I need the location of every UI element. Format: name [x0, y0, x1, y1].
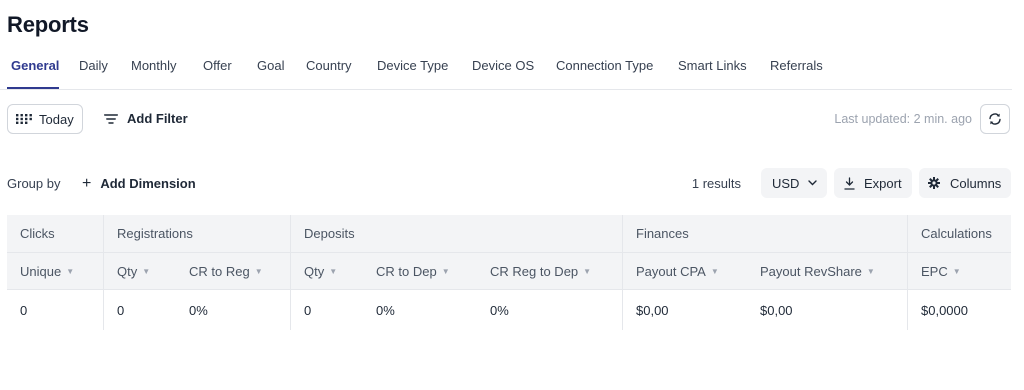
export-label: Export: [864, 175, 902, 191]
table-row: 0 0 0% 0 0% 0% $0,00 $0,00 $0,0000: [7, 290, 1011, 330]
tab-daily[interactable]: Daily: [79, 58, 108, 73]
column-divider: [622, 290, 623, 330]
currency-value: USD: [772, 175, 800, 191]
group-header-clicks: Clicks: [20, 226, 55, 241]
cell-cr-reg-to-dep: 0%: [490, 302, 509, 318]
add-filter-label: Add Filter: [127, 111, 188, 126]
column-header-cr-to-reg[interactable]: CR to Reg ▼: [189, 253, 263, 289]
tab-monthly[interactable]: Monthly: [131, 58, 177, 73]
table-group-header-row: Clicks Registrations Deposits Finances C…: [7, 215, 1011, 253]
column-divider: [907, 253, 908, 289]
tab-offer[interactable]: Offer: [203, 58, 232, 73]
cell-epc: $0,0000: [921, 302, 968, 318]
tab-connection-type[interactable]: Connection Type: [556, 58, 653, 73]
column-header-payout-cpa[interactable]: Payout CPA ▼: [636, 253, 719, 289]
page-title: Reports: [7, 12, 89, 37]
tab-goal[interactable]: Goal: [257, 58, 284, 73]
cell-payout-cpa: $0,00: [636, 302, 669, 318]
report-table: Clicks Registrations Deposits Finances C…: [7, 215, 1011, 330]
column-header-unique[interactable]: Unique ▼: [20, 253, 74, 289]
sort-icon: ▼: [66, 266, 75, 276]
column-divider: [290, 253, 291, 289]
calendar-grid-icon: [16, 114, 32, 124]
group-header-calculations: Calculations: [921, 226, 992, 241]
cell-reg-qty: 0: [117, 302, 125, 318]
tab-referrals[interactable]: Referrals: [770, 58, 823, 73]
sort-icon: ▼: [952, 266, 961, 276]
tab-device-type[interactable]: Device Type: [377, 58, 448, 73]
download-icon: [844, 176, 855, 190]
column-divider: [622, 215, 623, 252]
tab-device-os[interactable]: Device OS: [472, 58, 534, 73]
columns-label: Columns: [950, 175, 1002, 191]
active-tab-indicator: [7, 87, 59, 89]
tab-country[interactable]: Country: [306, 58, 352, 73]
column-divider: [622, 253, 623, 289]
cell-cr-to-reg: 0%: [189, 302, 208, 318]
group-header-deposits: Deposits: [304, 226, 355, 241]
gear-icon: [928, 177, 940, 189]
group-header-registrations: Registrations: [117, 226, 193, 241]
sort-icon: ▼: [710, 266, 719, 276]
columns-button[interactable]: Columns: [919, 168, 1011, 198]
cell-unique: 0: [20, 302, 28, 318]
export-button[interactable]: Export: [834, 168, 912, 198]
column-header-cr-to-dep[interactable]: CR to Dep ▼: [376, 253, 450, 289]
column-header-reg-qty[interactable]: Qty ▼: [117, 253, 150, 289]
results-count: 1 results: [691, 176, 741, 191]
table-header-row: Unique ▼ Qty ▼ CR to Reg ▼ Qty ▼ CR to Dep ▼ …: [7, 253, 1011, 290]
refresh-icon: [989, 113, 1001, 125]
column-divider: [907, 290, 908, 330]
sort-icon: ▼: [142, 266, 151, 276]
column-divider: [103, 290, 104, 330]
tab-smart-links[interactable]: Smart Links: [678, 58, 747, 73]
group-by-label: Group by: [7, 176, 61, 191]
refresh-button[interactable]: [980, 104, 1010, 134]
column-header-cr-reg-to-dep[interactable]: CR Reg to Dep ▼: [490, 253, 591, 289]
date-range-label: Today: [39, 111, 74, 127]
tab-general[interactable]: General: [11, 58, 59, 73]
add-dimension-button[interactable]: + Add Dimension: [82, 175, 196, 192]
add-filter-button[interactable]: Add Filter: [104, 111, 188, 126]
cell-cr-to-dep: 0%: [376, 302, 395, 318]
currency-select[interactable]: USD: [761, 168, 827, 198]
add-dimension-label: Add Dimension: [100, 176, 196, 191]
sort-icon: ▼: [583, 266, 592, 276]
sort-icon: ▼: [329, 266, 338, 276]
column-header-dep-qty[interactable]: Qty ▼: [304, 253, 337, 289]
column-divider: [290, 215, 291, 252]
plus-icon: +: [82, 175, 92, 192]
cell-dep-qty: 0: [304, 302, 312, 318]
column-divider: [290, 290, 291, 330]
column-header-payout-revshare[interactable]: Payout RevShare ▼: [760, 253, 875, 289]
report-tabs: General Daily Monthly Offer Goal Country…: [0, 50, 1012, 90]
last-updated-text: Last updated: 2 min. ago: [834, 112, 972, 126]
date-range-button[interactable]: Today: [7, 104, 83, 134]
filter-lines-icon: [104, 113, 118, 124]
column-divider: [103, 253, 104, 289]
sort-icon: ▼: [866, 266, 875, 276]
sort-icon: ▼: [254, 266, 263, 276]
cell-payout-revshare: $0,00: [760, 302, 793, 318]
column-divider: [907, 215, 908, 252]
chevron-down-icon: [808, 180, 818, 186]
column-divider: [103, 215, 104, 252]
sort-icon: ▼: [441, 266, 450, 276]
group-header-finances: Finances: [636, 226, 689, 241]
column-header-epc[interactable]: EPC ▼: [921, 253, 961, 289]
